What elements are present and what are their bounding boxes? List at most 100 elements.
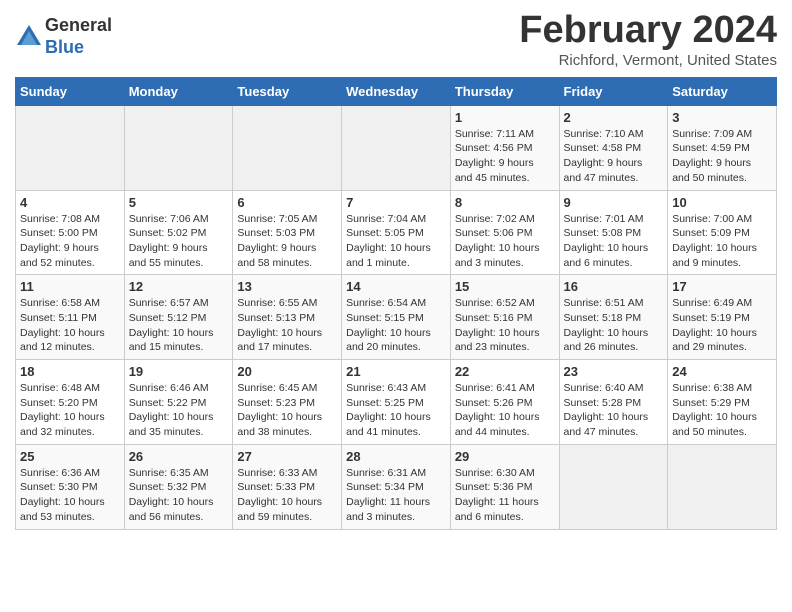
day-info: Sunrise: 7:04 AM Sunset: 5:05 PM Dayligh… bbox=[346, 212, 446, 271]
day-info: Sunrise: 7:02 AM Sunset: 5:06 PM Dayligh… bbox=[455, 212, 555, 271]
calendar-cell: 28 Sunrise: 6:31 AM Sunset: 5:34 PM Dayli… bbox=[342, 444, 451, 529]
day-number: 16 bbox=[564, 279, 664, 294]
day-number: 27 bbox=[237, 449, 337, 464]
calendar-cell: 29 Sunrise: 6:30 AM Sunset: 5:36 PM Dayli… bbox=[450, 444, 559, 529]
day-info: Sunrise: 6:58 AM Sunset: 5:11 PM Dayligh… bbox=[20, 296, 120, 355]
logo-icon bbox=[15, 23, 43, 51]
calendar-cell: 19 Sunrise: 6:46 AM Sunset: 5:22 PM Dayli… bbox=[124, 360, 233, 445]
title-block: February 2024 Richford, Vermont, United … bbox=[519, 10, 777, 69]
day-info: Sunrise: 6:41 AM Sunset: 5:26 PM Dayligh… bbox=[455, 381, 555, 440]
calendar-cell: 10 Sunrise: 7:00 AM Sunset: 5:09 PM Dayli… bbox=[668, 190, 777, 275]
day-info: Sunrise: 6:46 AM Sunset: 5:22 PM Dayligh… bbox=[129, 381, 229, 440]
day-number: 15 bbox=[455, 279, 555, 294]
day-info: Sunrise: 7:10 AM Sunset: 4:58 PM Dayligh… bbox=[564, 127, 664, 186]
day-info: Sunrise: 6:48 AM Sunset: 5:20 PM Dayligh… bbox=[20, 381, 120, 440]
day-number: 28 bbox=[346, 449, 446, 464]
day-number: 11 bbox=[20, 279, 120, 294]
day-number: 4 bbox=[20, 195, 120, 210]
day-info: Sunrise: 6:45 AM Sunset: 5:23 PM Dayligh… bbox=[237, 381, 337, 440]
day-number: 8 bbox=[455, 195, 555, 210]
calendar-week-4: 25Sunrise: 6:36 AM Sunset: 5:30 PM Dayli… bbox=[16, 444, 777, 529]
page-header: General Blue February 2024 Richford, Ver… bbox=[15, 10, 777, 69]
day-number: 19 bbox=[129, 364, 229, 379]
calendar-cell: 24Sunrise: 6:38 AM Sunset: 5:29 PM Dayli… bbox=[668, 360, 777, 445]
day-number: 14 bbox=[346, 279, 446, 294]
calendar-cell: 11 Sunrise: 6:58 AM Sunset: 5:11 PM Dayli… bbox=[16, 275, 125, 360]
day-number: 17 bbox=[672, 279, 772, 294]
day-info: Sunrise: 6:36 AM Sunset: 5:30 PM Dayligh… bbox=[20, 466, 120, 525]
day-info: Sunrise: 7:06 AM Sunset: 5:02 PM Dayligh… bbox=[129, 212, 229, 271]
calendar-cell: 26 Sunrise: 6:35 AM Sunset: 5:32 PM Dayli… bbox=[124, 444, 233, 529]
calendar-cell: 4 Sunrise: 7:08 AM Sunset: 5:00 PM Daylig… bbox=[16, 190, 125, 275]
day-info: Sunrise: 7:09 AM Sunset: 4:59 PM Dayligh… bbox=[672, 127, 772, 186]
day-number: 22 bbox=[455, 364, 555, 379]
calendar-body: 1 Sunrise: 7:11 AM Sunset: 4:56 PM Daylig… bbox=[16, 105, 777, 529]
day-info: Sunrise: 7:01 AM Sunset: 5:08 PM Dayligh… bbox=[564, 212, 664, 271]
day-info: Sunrise: 7:00 AM Sunset: 5:09 PM Dayligh… bbox=[672, 212, 772, 271]
calendar-cell: 21 Sunrise: 6:43 AM Sunset: 5:25 PM Dayli… bbox=[342, 360, 451, 445]
day-info: Sunrise: 6:51 AM Sunset: 5:18 PM Dayligh… bbox=[564, 296, 664, 355]
day-info: Sunrise: 6:35 AM Sunset: 5:32 PM Dayligh… bbox=[129, 466, 229, 525]
location-subtitle: Richford, Vermont, United States bbox=[519, 52, 777, 69]
logo-text: General Blue bbox=[45, 15, 112, 58]
calendar-cell: 3 Sunrise: 7:09 AM Sunset: 4:59 PM Daylig… bbox=[668, 105, 777, 190]
day-number: 18 bbox=[20, 364, 120, 379]
header-friday: Friday bbox=[559, 77, 668, 105]
calendar-cell: 17 Sunrise: 6:49 AM Sunset: 5:19 PM Dayli… bbox=[668, 275, 777, 360]
day-info: Sunrise: 6:31 AM Sunset: 5:34 PM Dayligh… bbox=[346, 466, 446, 525]
day-info: Sunrise: 6:55 AM Sunset: 5:13 PM Dayligh… bbox=[237, 296, 337, 355]
header-wednesday: Wednesday bbox=[342, 77, 451, 105]
day-number: 26 bbox=[129, 449, 229, 464]
day-number: 21 bbox=[346, 364, 446, 379]
calendar-week-3: 18 Sunrise: 6:48 AM Sunset: 5:20 PM Dayli… bbox=[16, 360, 777, 445]
calendar-cell: 12Sunrise: 6:57 AM Sunset: 5:12 PM Dayli… bbox=[124, 275, 233, 360]
calendar-cell: 7 Sunrise: 7:04 AM Sunset: 5:05 PM Daylig… bbox=[342, 190, 451, 275]
calendar-cell: 22 Sunrise: 6:41 AM Sunset: 5:26 PM Dayli… bbox=[450, 360, 559, 445]
day-number: 9 bbox=[564, 195, 664, 210]
day-info: Sunrise: 6:33 AM Sunset: 5:33 PM Dayligh… bbox=[237, 466, 337, 525]
calendar-cell bbox=[124, 105, 233, 190]
header-sunday: Sunday bbox=[16, 77, 125, 105]
calendar-week-0: 1 Sunrise: 7:11 AM Sunset: 4:56 PM Daylig… bbox=[16, 105, 777, 190]
calendar-cell bbox=[559, 444, 668, 529]
day-number: 1 bbox=[455, 110, 555, 125]
calendar-cell: 27 Sunrise: 6:33 AM Sunset: 5:33 PM Dayli… bbox=[233, 444, 342, 529]
day-number: 5 bbox=[129, 195, 229, 210]
day-info: Sunrise: 6:30 AM Sunset: 5:36 PM Dayligh… bbox=[455, 466, 555, 525]
day-number: 7 bbox=[346, 195, 446, 210]
calendar-cell bbox=[16, 105, 125, 190]
calendar-cell: 8 Sunrise: 7:02 AM Sunset: 5:06 PM Daylig… bbox=[450, 190, 559, 275]
header-row: Sunday Monday Tuesday Wednesday Thursday… bbox=[16, 77, 777, 105]
day-info: Sunrise: 6:40 AM Sunset: 5:28 PM Dayligh… bbox=[564, 381, 664, 440]
calendar-cell: 6 Sunrise: 7:05 AM Sunset: 5:03 PM Daylig… bbox=[233, 190, 342, 275]
day-number: 23 bbox=[564, 364, 664, 379]
day-info: Sunrise: 7:05 AM Sunset: 5:03 PM Dayligh… bbox=[237, 212, 337, 271]
calendar-cell bbox=[342, 105, 451, 190]
calendar-cell bbox=[668, 444, 777, 529]
calendar-week-1: 4 Sunrise: 7:08 AM Sunset: 5:00 PM Daylig… bbox=[16, 190, 777, 275]
calendar-cell: 1 Sunrise: 7:11 AM Sunset: 4:56 PM Daylig… bbox=[450, 105, 559, 190]
day-info: Sunrise: 6:43 AM Sunset: 5:25 PM Dayligh… bbox=[346, 381, 446, 440]
calendar-cell: 18 Sunrise: 6:48 AM Sunset: 5:20 PM Dayli… bbox=[16, 360, 125, 445]
calendar-table: Sunday Monday Tuesday Wednesday Thursday… bbox=[15, 77, 777, 530]
day-info: Sunrise: 7:08 AM Sunset: 5:00 PM Dayligh… bbox=[20, 212, 120, 271]
calendar-cell: 25Sunrise: 6:36 AM Sunset: 5:30 PM Dayli… bbox=[16, 444, 125, 529]
calendar-cell bbox=[233, 105, 342, 190]
day-info: Sunrise: 6:49 AM Sunset: 5:19 PM Dayligh… bbox=[672, 296, 772, 355]
calendar-cell: 14Sunrise: 6:54 AM Sunset: 5:15 PM Dayli… bbox=[342, 275, 451, 360]
day-number: 13 bbox=[237, 279, 337, 294]
calendar-cell: 9 Sunrise: 7:01 AM Sunset: 5:08 PM Daylig… bbox=[559, 190, 668, 275]
calendar-cell: 23 Sunrise: 6:40 AM Sunset: 5:28 PM Dayli… bbox=[559, 360, 668, 445]
calendar-week-2: 11 Sunrise: 6:58 AM Sunset: 5:11 PM Dayli… bbox=[16, 275, 777, 360]
day-number: 10 bbox=[672, 195, 772, 210]
calendar-cell: 2Sunrise: 7:10 AM Sunset: 4:58 PM Daylig… bbox=[559, 105, 668, 190]
day-number: 29 bbox=[455, 449, 555, 464]
day-info: Sunrise: 7:11 AM Sunset: 4:56 PM Dayligh… bbox=[455, 127, 555, 186]
day-number: 6 bbox=[237, 195, 337, 210]
day-info: Sunrise: 6:38 AM Sunset: 5:29 PM Dayligh… bbox=[672, 381, 772, 440]
calendar-cell: 15Sunrise: 6:52 AM Sunset: 5:16 PM Dayli… bbox=[450, 275, 559, 360]
header-tuesday: Tuesday bbox=[233, 77, 342, 105]
header-monday: Monday bbox=[124, 77, 233, 105]
day-number: 3 bbox=[672, 110, 772, 125]
calendar-cell: 20Sunrise: 6:45 AM Sunset: 5:23 PM Dayli… bbox=[233, 360, 342, 445]
